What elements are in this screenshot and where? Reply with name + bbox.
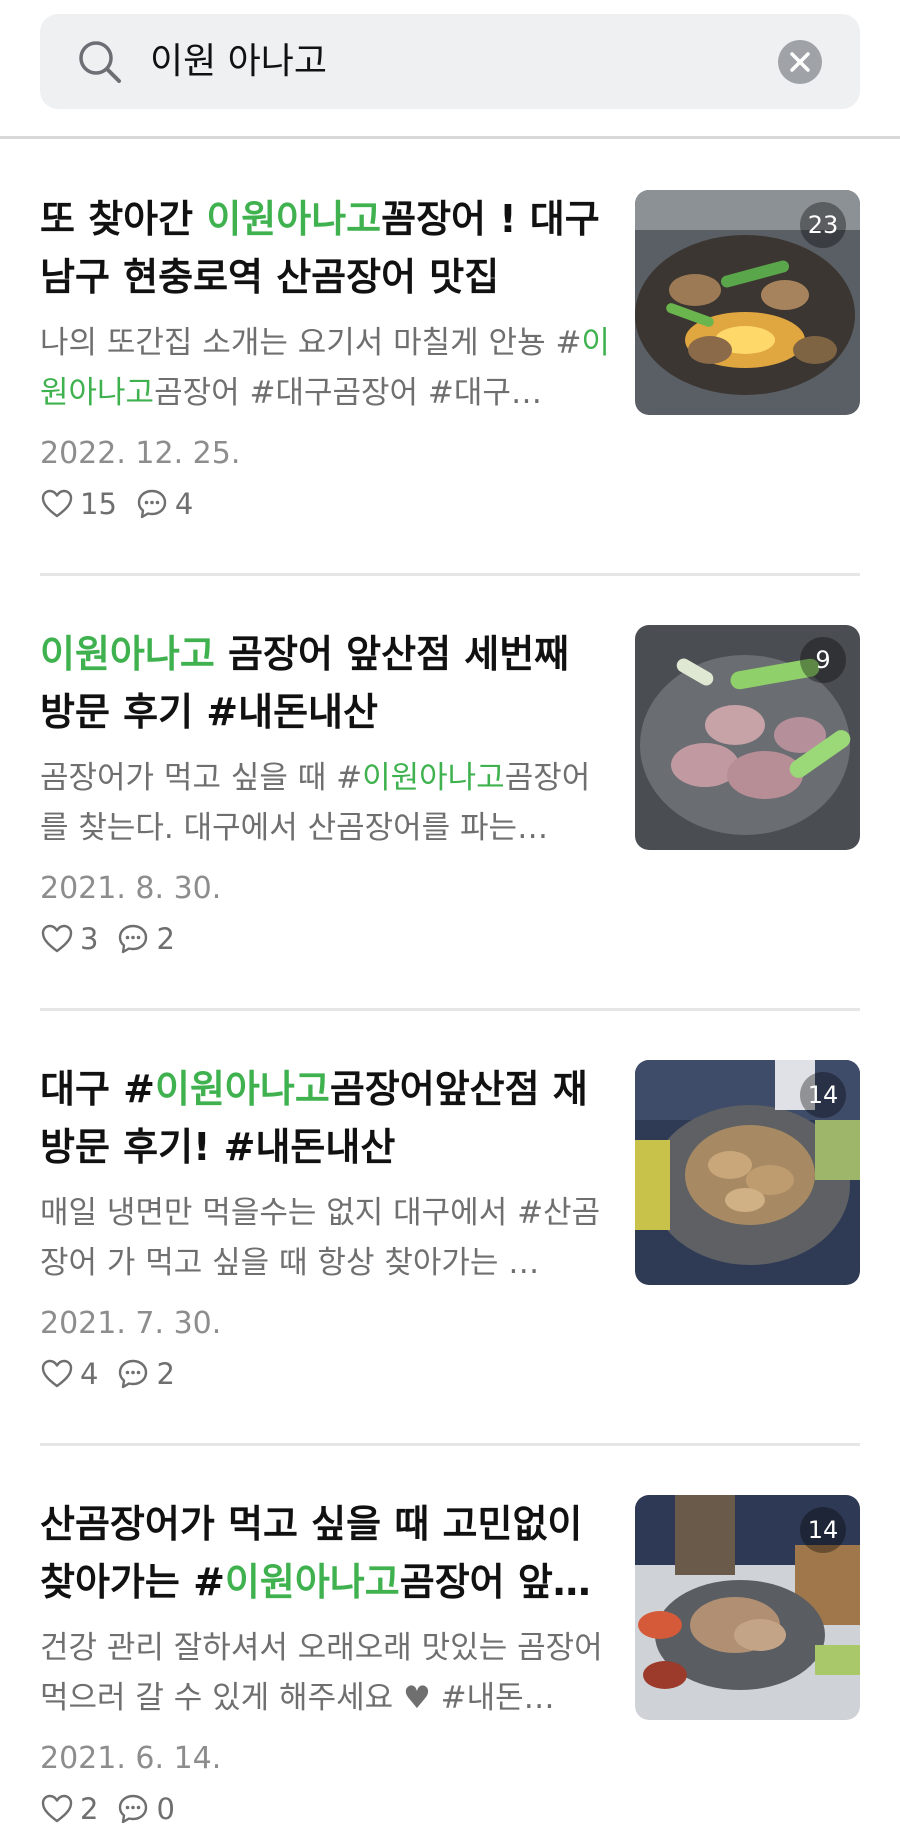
post-divider xyxy=(40,1008,860,1011)
post-snippet: 건강 관리 잘하셔서 오래오래 맛있는 곰장어 먹으러 갈 수 있게 해주세요 … xyxy=(40,1630,603,1716)
post-title[interactable]: 이원아나고 곰장어 앞산점 세번째 방문 후기 #내돈내산 xyxy=(40,625,615,741)
comment-icon xyxy=(119,1359,148,1389)
post-thumbnail[interactable]: 14 xyxy=(635,1060,860,1285)
post-thumbnail[interactable]: 23 xyxy=(635,190,860,415)
photo-count-badge: 14 xyxy=(800,1507,846,1553)
post-snippet: 매일 냉면만 먹을수는 없지 대구에서 #산곰장어 가 먹고 싶을 때 항상 찾… xyxy=(40,1195,601,1281)
header-divider xyxy=(0,136,900,139)
post-stats: 4 2 xyxy=(40,1356,193,1392)
post-thumbnail[interactable]: 9 xyxy=(635,625,860,850)
like-count[interactable]: 2 xyxy=(40,1792,98,1826)
search-icon xyxy=(79,41,121,83)
post-date: 2022. 12. 25. xyxy=(40,436,241,471)
comment-count[interactable]: 2 xyxy=(116,922,175,956)
post-snippet: 곰장어가 먹고 싶을 때 #이원아나고곰장어 를 찾는다. 대구에서 산곰장어를… xyxy=(40,760,591,846)
post-thumbnail[interactable]: 14 xyxy=(635,1495,860,1720)
clear-icon xyxy=(790,52,810,72)
photo-count-badge: 9 xyxy=(800,637,846,683)
post-item[interactable]: 또 찾아간 이원아나고꼼장어 ! 대구 남구 현충로역 산곰장어 맛집 나의 또… xyxy=(40,190,860,625)
comment-count[interactable]: 4 xyxy=(135,487,193,521)
post-date: 2021. 8. 30. xyxy=(40,871,222,906)
search-input[interactable]: 이원 아나고 xyxy=(150,14,327,109)
heart-icon xyxy=(41,489,73,518)
heart-icon xyxy=(41,1794,73,1823)
search-bar[interactable]: 이원 아나고 xyxy=(40,14,860,109)
post-divider xyxy=(40,573,860,576)
post-title[interactable]: 대구 #이원아나고곰장어앞산점 재방문 후기! #내돈내산 xyxy=(40,1060,615,1176)
post-snippet: 나의 또간집 소개는 요기서 마칠게 안뇽 #이원아나고곰장어 #대구곰장어 #… xyxy=(40,325,610,411)
like-count[interactable]: 15 xyxy=(40,487,117,521)
post-item[interactable]: 산곰장어가 먹고 싶을 때 고민없이 찾아가는 #이원아나고곰장어 앞… 건강 … xyxy=(40,1495,860,1848)
post-date: 2021. 7. 30. xyxy=(40,1306,222,1341)
post-item[interactable]: 이원아나고 곰장어 앞산점 세번째 방문 후기 #내돈내산 곰장어가 먹고 싶을… xyxy=(40,625,860,1060)
comment-count[interactable]: 0 xyxy=(116,1792,175,1826)
comment-icon xyxy=(119,924,148,954)
post-stats: 15 4 xyxy=(40,486,211,522)
like-count[interactable]: 4 xyxy=(40,1357,98,1391)
clear-search-button[interactable] xyxy=(778,40,822,84)
post-item[interactable]: 대구 #이원아나고곰장어앞산점 재방문 후기! #내돈내산 매일 냉면만 먹을수… xyxy=(40,1060,860,1495)
heart-icon xyxy=(41,1359,73,1388)
post-date: 2021. 6. 14. xyxy=(40,1741,222,1776)
photo-count-badge: 23 xyxy=(800,202,846,248)
heart-icon xyxy=(41,924,73,953)
post-title[interactable]: 산곰장어가 먹고 싶을 때 고민없이 찾아가는 #이원아나고곰장어 앞… xyxy=(40,1495,615,1611)
comment-count[interactable]: 2 xyxy=(116,1357,175,1391)
photo-count-badge: 14 xyxy=(800,1072,846,1118)
post-stats: 3 2 xyxy=(40,921,193,957)
post-title[interactable]: 또 찾아간 이원아나고꼼장어 ! 대구 남구 현충로역 산곰장어 맛집 xyxy=(40,190,615,306)
like-count[interactable]: 3 xyxy=(40,922,98,956)
comment-icon xyxy=(137,489,167,519)
comment-icon xyxy=(119,1794,148,1824)
post-divider xyxy=(40,1443,860,1446)
post-stats: 2 0 xyxy=(40,1791,193,1827)
